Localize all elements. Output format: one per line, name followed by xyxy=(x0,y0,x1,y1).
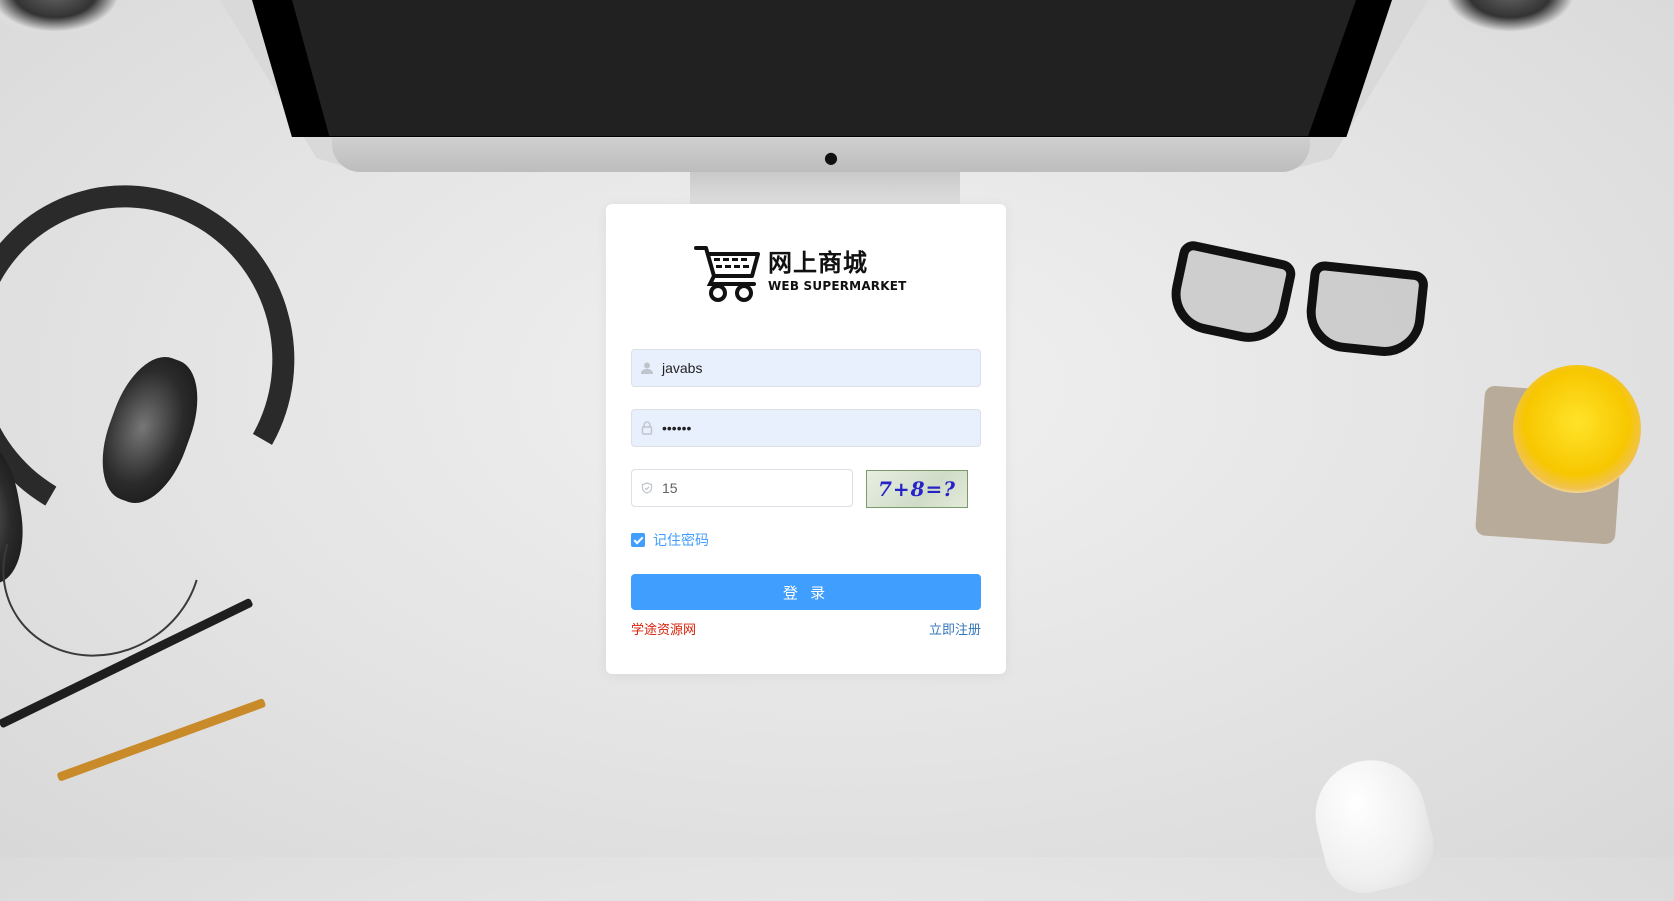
speaker-right-decoration xyxy=(1445,0,1575,32)
captcha-input[interactable]: 15 xyxy=(631,469,853,507)
login-card: 网上商城 WEB SUPERMARKET javabs •••••• 15 7+… xyxy=(606,204,1006,674)
password-field[interactable]: •••••• xyxy=(631,409,981,447)
remember-password-label[interactable]: 记住密码 xyxy=(653,530,709,550)
shield-icon xyxy=(632,470,662,506)
headphones-decoration xyxy=(0,147,333,591)
lock-icon xyxy=(632,410,662,446)
password-value: •••••• xyxy=(662,420,692,436)
resource-site-link[interactable]: 学途资源网 xyxy=(631,619,696,638)
pencil-decoration xyxy=(56,698,267,782)
username-field[interactable]: javabs xyxy=(631,349,981,387)
speaker-left-decoration xyxy=(0,0,120,32)
brand-logo: 网上商城 WEB SUPERMARKET xyxy=(694,240,924,302)
username-value: javabs xyxy=(662,360,703,376)
monitor-stand xyxy=(690,172,960,204)
shopping-cart-icon xyxy=(694,240,764,302)
brand-name-cn: 网上商城 xyxy=(768,249,868,277)
remember-password-checkbox[interactable]: 记住密码 xyxy=(631,530,709,550)
user-icon xyxy=(632,350,662,386)
login-button[interactable]: 登 录 xyxy=(631,574,981,610)
juice-glass-decoration xyxy=(1513,365,1641,493)
glasses-decoration xyxy=(1164,238,1430,360)
apple-logo-icon: ● xyxy=(824,148,838,167)
captcha-value: 15 xyxy=(662,480,678,496)
captcha-image[interactable]: 7+8=? xyxy=(866,470,968,508)
checkbox-checked-icon[interactable] xyxy=(631,533,645,547)
register-link[interactable]: 立即注册 xyxy=(929,619,981,638)
monitor-screen xyxy=(292,0,1356,136)
brand-name-en: WEB SUPERMARKET xyxy=(768,279,907,293)
mouse-decoration xyxy=(1303,748,1443,901)
